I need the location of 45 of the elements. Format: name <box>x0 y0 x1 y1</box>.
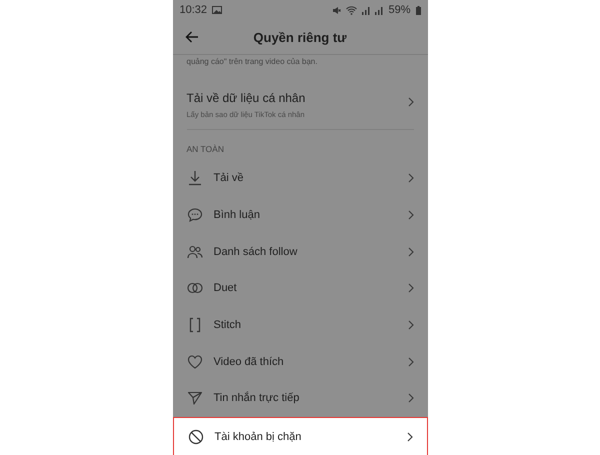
item-label: Tải về dữ liệu cá nhân <box>186 91 306 105</box>
image-icon <box>212 6 222 14</box>
chevron-icon <box>408 246 414 257</box>
item-label: Tài khoản bị chặn <box>214 430 302 443</box>
item-label: Duet <box>214 282 238 294</box>
section-heading: AN TOÀN <box>186 144 224 154</box>
chevron-icon <box>406 432 412 442</box>
settings-item[interactable]: Stitch <box>172 306 428 344</box>
clock: 10:32 <box>180 4 208 16</box>
chevron-icon <box>408 173 414 184</box>
chevron-icon <box>408 283 414 294</box>
signal-icon <box>362 6 370 14</box>
settings-item[interactable]: Tin nhắn trực tiếp <box>172 380 428 417</box>
chevron-icon <box>408 97 414 107</box>
item-label: Tải về <box>214 172 244 184</box>
back-button[interactable] <box>184 31 198 43</box>
highlighted-settings-item[interactable]: Tài khoản bị chặn <box>172 416 428 455</box>
wifi-icon <box>346 6 358 14</box>
paper-plane-icon <box>186 390 202 406</box>
settings-item[interactable]: Video đã thích <box>172 343 428 380</box>
item-label: Tin nhắn trực tiếp <box>214 392 300 404</box>
item-label: Bình luận <box>214 209 261 222</box>
item-label: Stitch <box>214 319 242 332</box>
speech-bubble-icon <box>186 207 202 224</box>
screen-title: Quyền riêng tư <box>253 30 347 44</box>
description-text: quảng cáo" trên trang video của bạn. <box>186 57 318 66</box>
chevron-icon <box>408 210 414 220</box>
download-icon <box>186 170 202 186</box>
signal-icon <box>375 6 384 14</box>
prohibited-icon <box>188 428 204 445</box>
people-icon <box>186 244 202 260</box>
mute-icon <box>332 6 342 14</box>
battery-icon <box>416 6 420 14</box>
settings-item[interactable]: Tải về <box>172 160 428 197</box>
settings-item[interactable]: Bình luận <box>172 196 428 234</box>
heart-icon <box>186 354 202 370</box>
chevron-icon <box>408 320 414 330</box>
item-label: Video đã thích <box>214 356 285 368</box>
settings-item[interactable]: Duet <box>172 270 428 307</box>
back-arrow-icon <box>184 31 198 43</box>
battery-percentage: 59% <box>388 4 410 16</box>
item-label: Danh sách follow <box>214 246 298 258</box>
chevron-icon <box>408 393 414 404</box>
chevron-icon <box>408 356 414 367</box>
settings-item[interactable]: Danh sách follow <box>172 233 428 270</box>
